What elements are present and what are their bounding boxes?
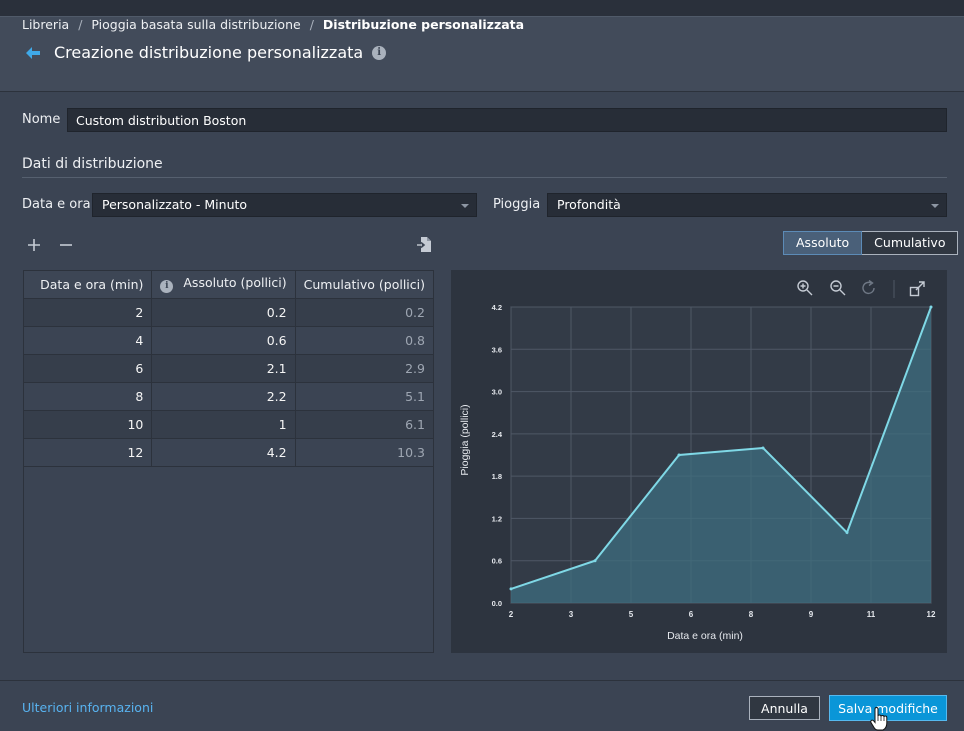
import-file-icon[interactable] xyxy=(416,236,432,253)
rain-label: Pioggia xyxy=(493,197,541,212)
chart-x-tick-label: 5 xyxy=(629,610,634,619)
add-row-icon[interactable] xyxy=(26,237,42,253)
section-title: Dati di distribuzione xyxy=(22,156,163,172)
cell-cumulative: 6.1 xyxy=(295,410,433,439)
chart-x-tick-label: 6 xyxy=(689,610,694,619)
chart-data-point xyxy=(509,587,513,591)
chart-x-tick-label: 9 xyxy=(809,610,814,619)
breadcrumb-library[interactable]: Libreria xyxy=(22,17,69,32)
info-icon[interactable]: i xyxy=(372,45,387,60)
table-row: 2 0.2 0.2 xyxy=(24,298,433,327)
cell-time[interactable]: 6 xyxy=(24,354,153,383)
chart-xtick-labels: 2 3 5 6 8 9 11 12 xyxy=(509,610,936,619)
cell-cumulative: 5.1 xyxy=(295,382,433,411)
cell-absolute[interactable]: 0.2 xyxy=(151,298,296,327)
table-row: 12 4.2 10.3 xyxy=(24,438,433,467)
expand-icon[interactable] xyxy=(909,281,925,297)
chart-y-tick-label: 1.8 xyxy=(492,472,502,481)
cell-absolute[interactable]: 2.1 xyxy=(151,354,296,383)
save-button[interactable]: Salva modifiche xyxy=(829,695,947,721)
cell-cumulative: 0.8 xyxy=(295,326,433,355)
column-header-cumulative[interactable]: Cumulativo (pollici) xyxy=(295,271,433,299)
breadcrumb-separator: / xyxy=(309,17,314,32)
chart-y-tick-label: 3.0 xyxy=(492,388,502,397)
rain-select[interactable]: Profondità xyxy=(547,193,947,217)
chart-x-tick-label: 11 xyxy=(867,610,876,619)
table-row: 4 0.6 0.8 xyxy=(24,326,433,355)
cell-time[interactable]: 12 xyxy=(24,438,153,467)
chart-y-axis-label: Pioggia (pollici) xyxy=(459,404,471,475)
chevron-down-icon xyxy=(461,204,469,208)
table-row: 8 2.2 5.1 xyxy=(24,382,433,411)
chart-y-tick-label: 3.6 xyxy=(492,345,502,354)
datetime-label: Data e ora xyxy=(22,197,91,212)
cell-absolute[interactable]: 4.2 xyxy=(151,438,296,467)
chart-data-point xyxy=(761,446,765,450)
column-header-absolute[interactable]: i Assoluto (pollici) xyxy=(151,271,296,299)
hand-cursor-icon xyxy=(870,707,888,731)
remove-row-icon[interactable] xyxy=(58,237,74,253)
cancel-button[interactable]: Annulla xyxy=(749,696,820,720)
app-top-bar xyxy=(0,0,964,17)
back-arrow-icon[interactable] xyxy=(24,45,42,61)
breadcrumb-distribution-rain[interactable]: Pioggia basata sulla distribuzione xyxy=(91,17,300,32)
chart-data-point xyxy=(593,559,597,563)
rain-select-value: Profondità xyxy=(557,197,621,212)
chart-data-point xyxy=(677,453,681,457)
cell-absolute[interactable]: 0.6 xyxy=(151,326,296,355)
breadcrumb: Libreria / Pioggia basata sulla distribu… xyxy=(22,17,524,32)
chart-x-tick-label: 3 xyxy=(569,610,574,619)
title-row: Creazione distribuzione personalizzata i xyxy=(24,43,387,62)
chart-ytick-labels: 0.0 0.6 1.2 1.8 2.4 3.0 3.6 4.2 xyxy=(492,303,503,608)
footer-divider xyxy=(0,680,964,681)
name-input[interactable] xyxy=(67,108,947,132)
cell-cumulative: 10.3 xyxy=(295,438,433,467)
chart-x-axis-label: Data e ora (min) xyxy=(667,630,743,642)
zoom-out-icon[interactable] xyxy=(830,280,846,296)
chart-y-tick-label: 4.2 xyxy=(492,303,502,312)
chart-panel: 2 3 5 6 8 9 11 12 0.0 0.6 1.2 1.8 2.4 3.0 3.6 4.2 Data… xyxy=(451,270,947,653)
cell-cumulative: 0.2 xyxy=(295,298,433,327)
cell-time[interactable]: 2 xyxy=(24,298,153,327)
zoom-in-icon[interactable] xyxy=(797,280,813,296)
rain-chart: 2 3 5 6 8 9 11 12 0.0 0.6 1.2 1.8 2.4 3.0 3.6 4.2 Data… xyxy=(459,279,936,642)
chart-data-point xyxy=(845,531,849,535)
cell-time[interactable]: 10 xyxy=(24,410,153,439)
table-row: 6 2.1 2.9 xyxy=(24,354,433,383)
cell-time[interactable]: 4 xyxy=(24,326,153,355)
reset-zoom-icon[interactable] xyxy=(862,279,875,295)
value-mode-toggle: Assoluto Cumulativo xyxy=(783,231,959,255)
name-label: Nome xyxy=(22,112,61,127)
more-info-link[interactable]: Ulteriori informazioni xyxy=(22,700,153,715)
distribution-table: Data e ora (min) i Assoluto (pollici) Cum… xyxy=(23,270,434,653)
toggle-cumulative[interactable]: Cumulativo xyxy=(862,231,959,255)
datetime-select-value: Personalizzato - Minuto xyxy=(102,197,248,212)
breadcrumb-current: Distribuzione personalizzata xyxy=(322,17,525,32)
table-row: 10 1 6.1 xyxy=(24,410,433,439)
chart-y-tick-label: 0.0 xyxy=(492,599,502,608)
table-header-row: Data e ora (min) i Assoluto (pollici) Cum… xyxy=(24,271,433,299)
chart-x-tick-label: 8 xyxy=(749,610,754,619)
column-header-absolute-label: Assoluto (pollici) xyxy=(183,275,287,291)
toggle-absolute[interactable]: Assoluto xyxy=(783,231,863,255)
chart-y-tick-label: 0.6 xyxy=(492,557,502,566)
datetime-select[interactable]: Personalizzato - Minuto xyxy=(92,193,477,217)
cell-absolute[interactable]: 1 xyxy=(151,410,296,439)
page-title: Creazione distribuzione personalizzata xyxy=(54,43,364,62)
chart-x-tick-label: 12 xyxy=(927,610,936,619)
cell-time[interactable]: 8 xyxy=(24,382,153,411)
info-icon[interactable]: i xyxy=(160,280,174,294)
section-divider xyxy=(22,177,947,178)
breadcrumb-separator: / xyxy=(78,17,83,32)
chart-y-tick-label: 2.4 xyxy=(492,430,503,439)
chart-x-tick-label: 2 xyxy=(509,610,514,619)
column-header-time[interactable]: Data e ora (min) xyxy=(24,271,153,299)
cell-cumulative: 2.9 xyxy=(295,354,433,383)
chart-y-tick-label: 1.2 xyxy=(492,514,502,523)
cell-absolute[interactable]: 2.2 xyxy=(151,382,296,411)
chart-data-point xyxy=(929,305,933,309)
chevron-down-icon xyxy=(931,204,939,208)
